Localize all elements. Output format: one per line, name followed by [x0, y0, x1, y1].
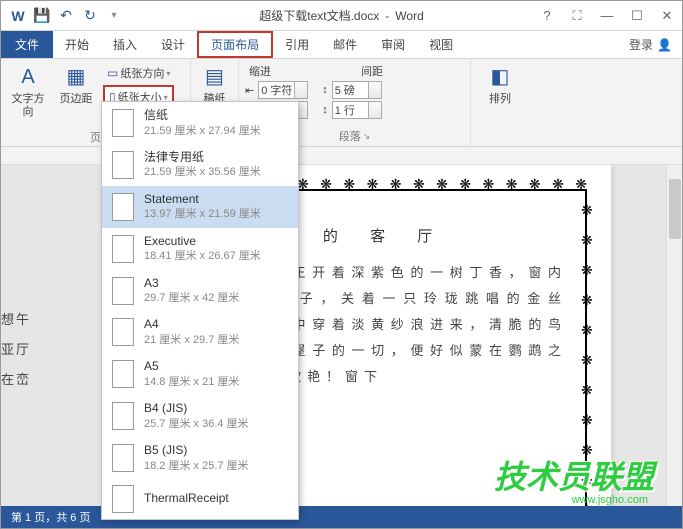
tab-mail[interactable]: 邮件	[321, 31, 369, 58]
orientation-button[interactable]: ▭ 纸张方向 ▾	[103, 63, 174, 83]
quick-access-toolbar: W 💾 ↶ ↻ ▾	[1, 5, 125, 27]
size-name: ThermalReceipt	[144, 491, 229, 507]
size-thumb-icon	[112, 151, 134, 179]
size-thumb-icon	[112, 444, 134, 472]
maximize-button[interactable]: ☐	[622, 1, 652, 31]
window-controls: ? ⛶ — ☐ ✕	[532, 1, 682, 31]
size-option-thermalreceipt[interactable]: ThermalReceipt	[102, 479, 298, 519]
size-thumb-icon	[112, 485, 134, 513]
ribbon-tabs: 文件 开始 插入 设计 页面布局 引用 邮件 审阅 视图 登录 👤	[1, 31, 682, 59]
size-thumb-icon	[112, 402, 134, 430]
size-name: Statement	[144, 192, 261, 208]
margins-icon: ▦	[62, 63, 90, 91]
size-name: B5 (JIS)	[144, 443, 249, 459]
size-option-a4[interactable]: A421 厘米 x 29.7 厘米	[102, 311, 298, 353]
draft-icon: ▤	[201, 63, 229, 91]
tab-home[interactable]: 开始	[53, 31, 101, 58]
title-bar: W 💾 ↶ ↻ ▾ 超级下载text文档.docx - Word ? ⛶ — ☐…	[1, 1, 682, 31]
app-name: Word	[395, 9, 423, 23]
help-button[interactable]: ?	[532, 1, 562, 31]
size-dim: 21.59 厘米 x 27.94 厘米	[144, 124, 261, 138]
window-title: 超级下载text文档.docx - Word	[259, 7, 423, 24]
size-dim: 25.7 厘米 x 36.4 厘米	[144, 417, 249, 431]
size-dim: 21.59 厘米 x 35.56 厘米	[144, 165, 261, 179]
size-option-b4-jis-[interactable]: B4 (JIS)25.7 厘米 x 36.4 厘米	[102, 395, 298, 437]
indent-head: 缩进	[249, 63, 271, 79]
orientation-icon: ▭	[107, 66, 118, 80]
login-area[interactable]: 登录 👤	[629, 31, 682, 58]
size-thumb-icon	[112, 318, 134, 346]
spacing-before-input[interactable]: 5 磅	[332, 81, 382, 99]
size-dim: 29.7 厘米 x 42 厘米	[144, 291, 239, 305]
login-label: 登录	[629, 36, 653, 53]
page-count[interactable]: 第 1 页，共 6 页	[11, 509, 90, 525]
size-thumb-icon	[112, 277, 134, 305]
text-direction-button[interactable]: A 文字方向	[7, 63, 49, 119]
border-deco-right: ❋❋❋❋❋❋❋❋❋❋❋❋❋❋❋❋❋❋	[581, 195, 599, 506]
spacing-before-icon: ↕	[322, 84, 328, 96]
spacing-after-icon: ↕	[322, 104, 328, 116]
size-option-a3[interactable]: A329.7 厘米 x 42 厘米	[102, 270, 298, 312]
size-name: 法律专用纸	[144, 150, 261, 166]
save-button[interactable]: 💾	[31, 5, 53, 27]
close-button[interactable]: ✕	[652, 1, 682, 31]
size-option-executive[interactable]: Executive18.41 厘米 x 26.67 厘米	[102, 228, 298, 270]
size-name: B4 (JIS)	[144, 401, 249, 417]
size-name: Executive	[144, 234, 261, 250]
size-option--[interactable]: 信纸21.59 厘米 x 27.94 厘米	[102, 102, 298, 144]
size-dim: 18.2 厘米 x 25.7 厘米	[144, 459, 249, 473]
redo-button[interactable]: ↻	[79, 5, 101, 27]
size-dim: 14.8 厘米 x 21 厘米	[144, 375, 239, 389]
page-size-menu: 信纸21.59 厘米 x 27.94 厘米法律专用纸21.59 厘米 x 35.…	[101, 101, 299, 520]
doc-left-fragment: 想午亚厅在峦	[1, 305, 31, 395]
size-name: 信纸	[144, 108, 261, 124]
qat-customize[interactable]: ▾	[103, 5, 125, 27]
margins-button[interactable]: ▦ 页边距	[55, 63, 97, 106]
size-thumb-icon	[112, 193, 134, 221]
indent-left-icon: ⇤	[245, 84, 254, 97]
size-dim: 21 厘米 x 29.7 厘米	[144, 333, 239, 347]
vertical-scrollbar[interactable]	[666, 165, 682, 506]
tab-view[interactable]: 视图	[417, 31, 465, 58]
size-option-a5[interactable]: A514.8 厘米 x 21 厘米	[102, 353, 298, 395]
minimize-button[interactable]: —	[592, 1, 622, 31]
size-thumb-icon	[112, 109, 134, 137]
user-icon: 👤	[657, 38, 672, 52]
tab-file[interactable]: 文件	[1, 31, 53, 58]
size-thumb-icon	[112, 360, 134, 388]
group-arrange: ◧ 排列	[471, 59, 529, 146]
draft-button[interactable]: ▤ 稿纸	[197, 63, 232, 106]
size-name: A5	[144, 359, 239, 375]
size-option-b5-jis-[interactable]: B5 (JIS)18.2 厘米 x 25.7 厘米	[102, 437, 298, 479]
word-icon[interactable]: W	[7, 5, 29, 27]
size-dim: 13.97 厘米 x 21.59 厘米	[144, 207, 261, 221]
size-name: A4	[144, 317, 239, 333]
arrange-button[interactable]: ◧ 排列	[479, 63, 521, 106]
size-option--[interactable]: 法律专用纸21.59 厘米 x 35.56 厘米	[102, 144, 298, 186]
spacing-after-input[interactable]: 1 行	[332, 101, 382, 119]
spacing-head: 间距	[361, 63, 383, 79]
indent-left-input[interactable]: 0 字符	[258, 81, 308, 99]
paragraph-dialog-launcher[interactable]: ↘	[363, 131, 371, 142]
undo-button[interactable]: ↶	[55, 5, 77, 27]
tab-insert[interactable]: 插入	[101, 31, 149, 58]
arrange-icon: ◧	[486, 63, 514, 91]
watermark-url: www.jsgho.com	[572, 494, 648, 506]
size-thumb-icon	[112, 235, 134, 263]
size-name: A3	[144, 276, 239, 292]
size-option-statement[interactable]: Statement13.97 厘米 x 21.59 厘米	[102, 186, 298, 228]
tab-review[interactable]: 审阅	[369, 31, 417, 58]
size-dim: 18.41 厘米 x 26.67 厘米	[144, 249, 261, 263]
text-direction-icon: A	[14, 63, 42, 91]
tab-references[interactable]: 引用	[273, 31, 321, 58]
tab-design[interactable]: 设计	[149, 31, 197, 58]
document-name: 超级下载text文档.docx	[259, 7, 379, 24]
tab-page-layout[interactable]: 页面布局	[197, 31, 273, 58]
ribbon-display-button[interactable]: ⛶	[562, 1, 592, 31]
